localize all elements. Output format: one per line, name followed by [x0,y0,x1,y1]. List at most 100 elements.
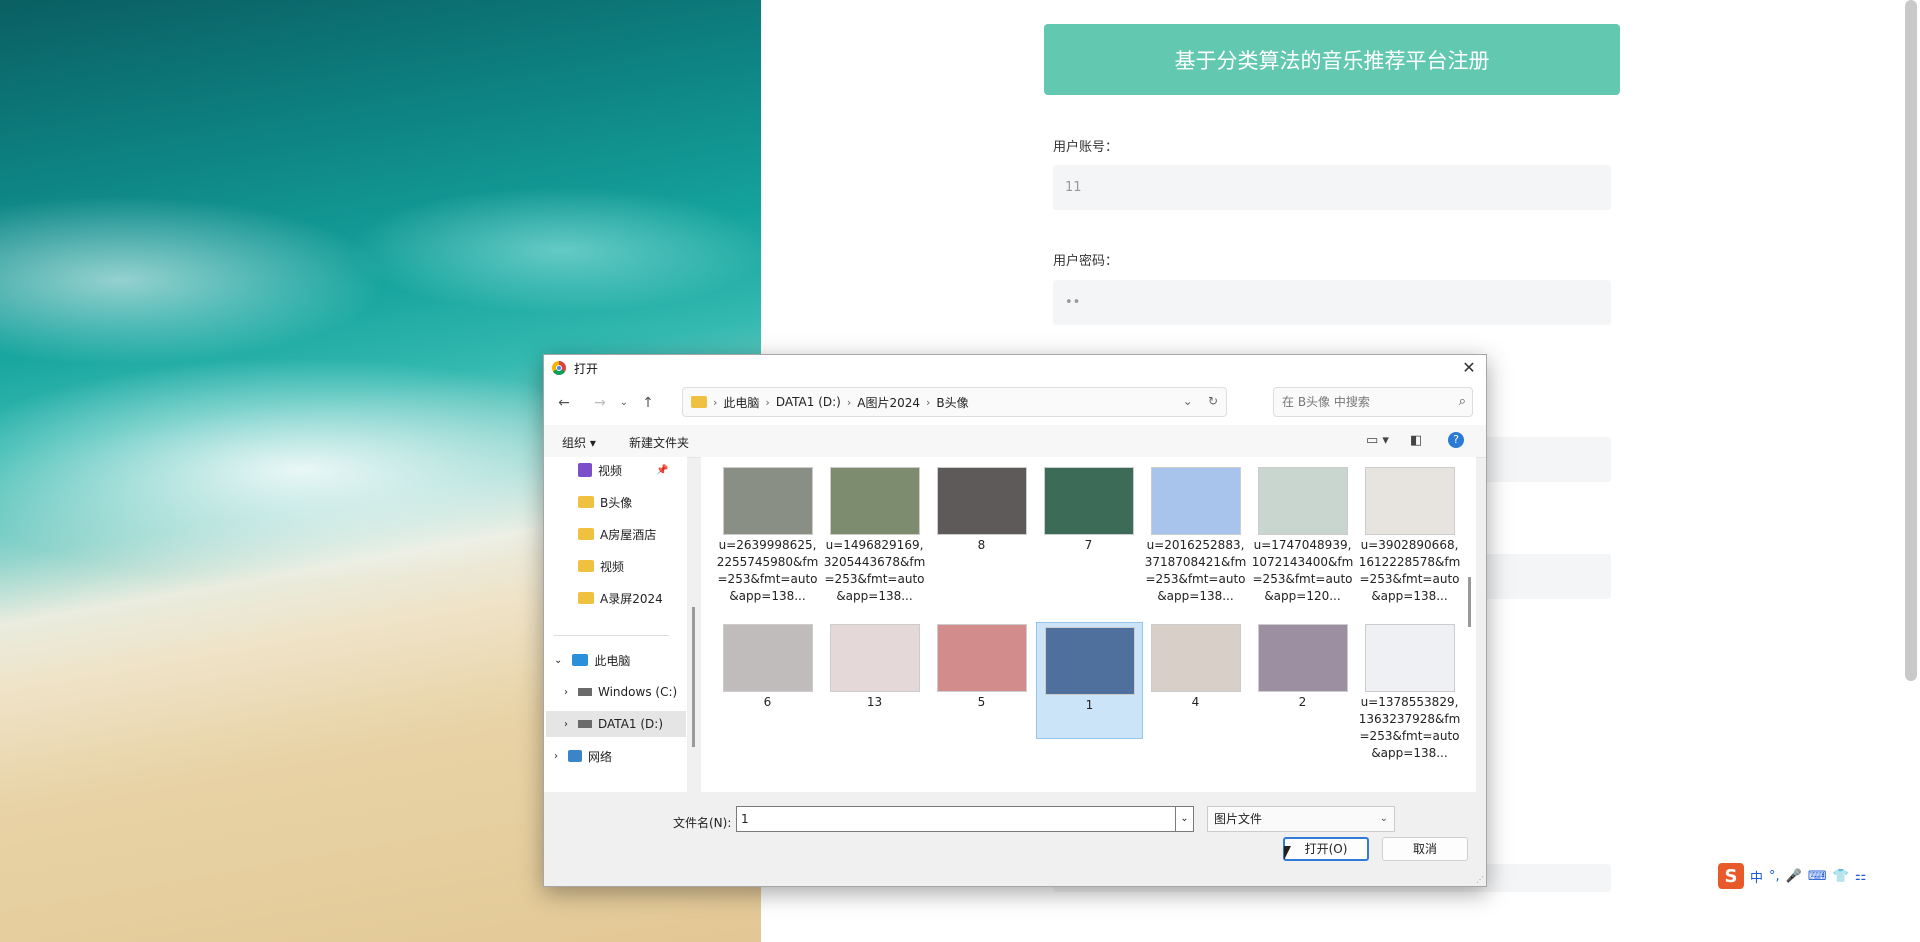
file-name: 6 [763,695,772,709]
sidebar-item-videos-folder[interactable]: 视频 [578,553,624,579]
folder-icon [691,396,707,408]
sidebar-item-label: 网络 [588,749,613,764]
view-mode-icon[interactable]: ▭ ▾ [1366,433,1389,448]
network-icon [568,750,582,762]
sidebar-item-this-pc[interactable]: ⌄ 此电脑 [554,647,630,673]
file-name: 2 [1298,695,1307,709]
windows-drive-icon [578,688,592,696]
sidebar-item-label: 视频 [600,559,625,574]
filename-label: 文件名(N): [673,816,732,830]
file-item[interactable]: u=1378553829,1363237928&fm=253&fmt=auto&… [1357,624,1462,762]
chevron-right-icon[interactable]: › [554,751,558,762]
sidebar-item-label: B头像 [600,495,633,510]
up-arrow-icon[interactable]: ↑ [638,393,658,413]
pin-icon[interactable]: 📌 [656,465,668,476]
sidebar-item-network[interactable]: › 网络 [554,743,612,769]
image-thumbnail [829,624,920,692]
file-item[interactable]: 1 [1036,622,1143,739]
file-name: 7 [1084,538,1093,552]
sidebar-item-a-hotel[interactable]: A房屋酒店 [578,521,656,547]
breadcrumb-separator: › [713,395,718,409]
resize-grip-icon[interactable]: ⋰ [1476,875,1484,884]
file-name: u=3902890668,1612228578&fm=253&fmt=auto&… [1358,538,1461,603]
sidebar-item-drive-c[interactable]: › Windows (C:) [564,679,677,705]
grid-icon[interactable]: ⚏ [1855,869,1867,884]
file-item[interactable]: 5 [929,624,1034,711]
image-thumbnail [1150,467,1241,535]
file-name: 1 [1085,698,1094,712]
file-item[interactable]: u=3902890668,1612228578&fm=253&fmt=auto&… [1357,467,1462,605]
search-placeholder: 在 B头像 中搜索 [1282,395,1370,409]
file-name: u=1747048939,1072143400&fm=253&fmt=auto&… [1251,538,1354,603]
file-item[interactable]: 6 [715,624,820,711]
address-controls: ⌄ ↻ [1183,394,1218,408]
breadcrumb-item[interactable]: B头像 [936,394,968,411]
microphone-icon[interactable]: 🎤 [1786,869,1802,884]
address-bar[interactable]: › 此电脑 › DATA1 (D:) › A图片2024 › B头像 ⌄ ↻ [682,387,1227,417]
search-icon[interactable]: ⌕ [1459,388,1466,416]
close-icon[interactable]: ✕ [1458,357,1480,379]
ime-lang[interactable]: 中 [1750,867,1763,886]
back-arrow-icon[interactable]: ← [554,393,574,413]
chevron-right-icon[interactable]: › [564,687,568,698]
filename-input[interactable]: 1 [736,806,1176,832]
file-item[interactable]: 4 [1143,624,1248,711]
cancel-button[interactable]: 取消 [1382,837,1468,861]
file-grid: u=2639998625,2255745980&fm=253&fmt=auto&… [701,457,1476,792]
file-item[interactable]: u=1496829169,3205443678&fm=253&fmt=auto&… [822,467,927,605]
file-item[interactable]: u=2016252883,3718708421&fm=253&fmt=auto&… [1143,467,1248,605]
breadcrumb-separator: › [846,395,852,409]
filename-dropdown-icon[interactable]: ⌄ [1176,806,1194,832]
sidebar-item-a-recordings[interactable]: A录屏2024 [578,585,663,611]
organize-menu[interactable]: 组织 ▾ [562,434,596,451]
navigation-bar: ← → ⌄ ↑ › 此电脑 › DATA1 (D:) › A图片2024 › B… [544,381,1486,425]
image-thumbnail [829,467,920,535]
sidebar-item-drive-d[interactable]: › DATA1 (D:) [546,711,686,737]
open-button[interactable]: 打开(O) [1283,837,1369,861]
register-header: 基于分类算法的音乐推荐平台注册 [1044,24,1620,95]
file-item[interactable]: 8 [929,467,1034,554]
dialog-titlebar: 打开 ✕ [544,355,1486,381]
chevron-down-icon[interactable]: ⌄ [554,655,562,666]
folder-icon [578,560,594,572]
account-input[interactable]: 11 [1053,165,1611,210]
breadcrumb-item[interactable]: 此电脑 [723,394,759,411]
sidebar-item-b-avatar[interactable]: B头像 [578,489,632,515]
image-thumbnail [936,467,1027,535]
filetype-select[interactable]: 图片文件 ⌄ [1207,806,1395,832]
image-thumbnail [936,624,1027,692]
file-item[interactable]: 13 [822,624,927,711]
file-item[interactable]: 7 [1036,467,1141,554]
sidebar-item-label: A房屋酒店 [600,527,657,542]
help-icon[interactable]: ? [1448,432,1464,448]
keyboard-icon[interactable]: ⌨ [1808,869,1827,884]
computer-icon [572,654,589,666]
breadcrumb-item[interactable]: A图片2024 [857,394,920,411]
breadcrumb-item[interactable]: DATA1 (D:) [776,395,841,409]
grid-scrollbar[interactable] [1468,577,1471,627]
file-name: u=1378553829,1363237928&fm=253&fmt=auto&… [1358,695,1461,760]
chevron-right-icon[interactable]: › [564,719,568,730]
new-folder-button[interactable]: 新建文件夹 [629,434,689,451]
skin-icon[interactable]: 👕 [1833,869,1849,884]
chevron-down-icon[interactable]: ⌄ [1183,394,1193,408]
refresh-icon[interactable]: ↻ [1208,394,1218,408]
file-item[interactable]: u=1747048939,1072143400&fm=253&fmt=auto&… [1250,467,1355,605]
account-label: 用户账号： [1053,140,1119,155]
preview-pane-icon[interactable]: ◧ [1410,433,1422,448]
sogou-logo-icon: S [1718,863,1744,889]
sidebar-item-label: Windows (C:) [598,685,678,699]
drive-icon [578,720,592,728]
ime-punct-icon[interactable]: °, [1769,869,1780,884]
password-input[interactable]: •• [1053,280,1611,325]
sidebar-item-videos[interactable]: 视频 📌 [578,457,668,483]
forward-arrow-icon[interactable]: → [590,393,610,413]
file-item[interactable]: u=2639998625,2255745980&fm=253&fmt=auto&… [715,467,820,605]
sidebar-scrollbar[interactable] [692,607,695,747]
page-scrollbar[interactable] [1905,0,1917,681]
file-item[interactable]: 2 [1250,624,1355,711]
image-thumbnail [1150,624,1241,692]
search-input[interactable]: 在 B头像 中搜索 ⌕ [1273,387,1473,417]
recent-chevron-icon[interactable]: ⌄ [614,393,634,413]
image-thumbnail [1043,467,1134,535]
